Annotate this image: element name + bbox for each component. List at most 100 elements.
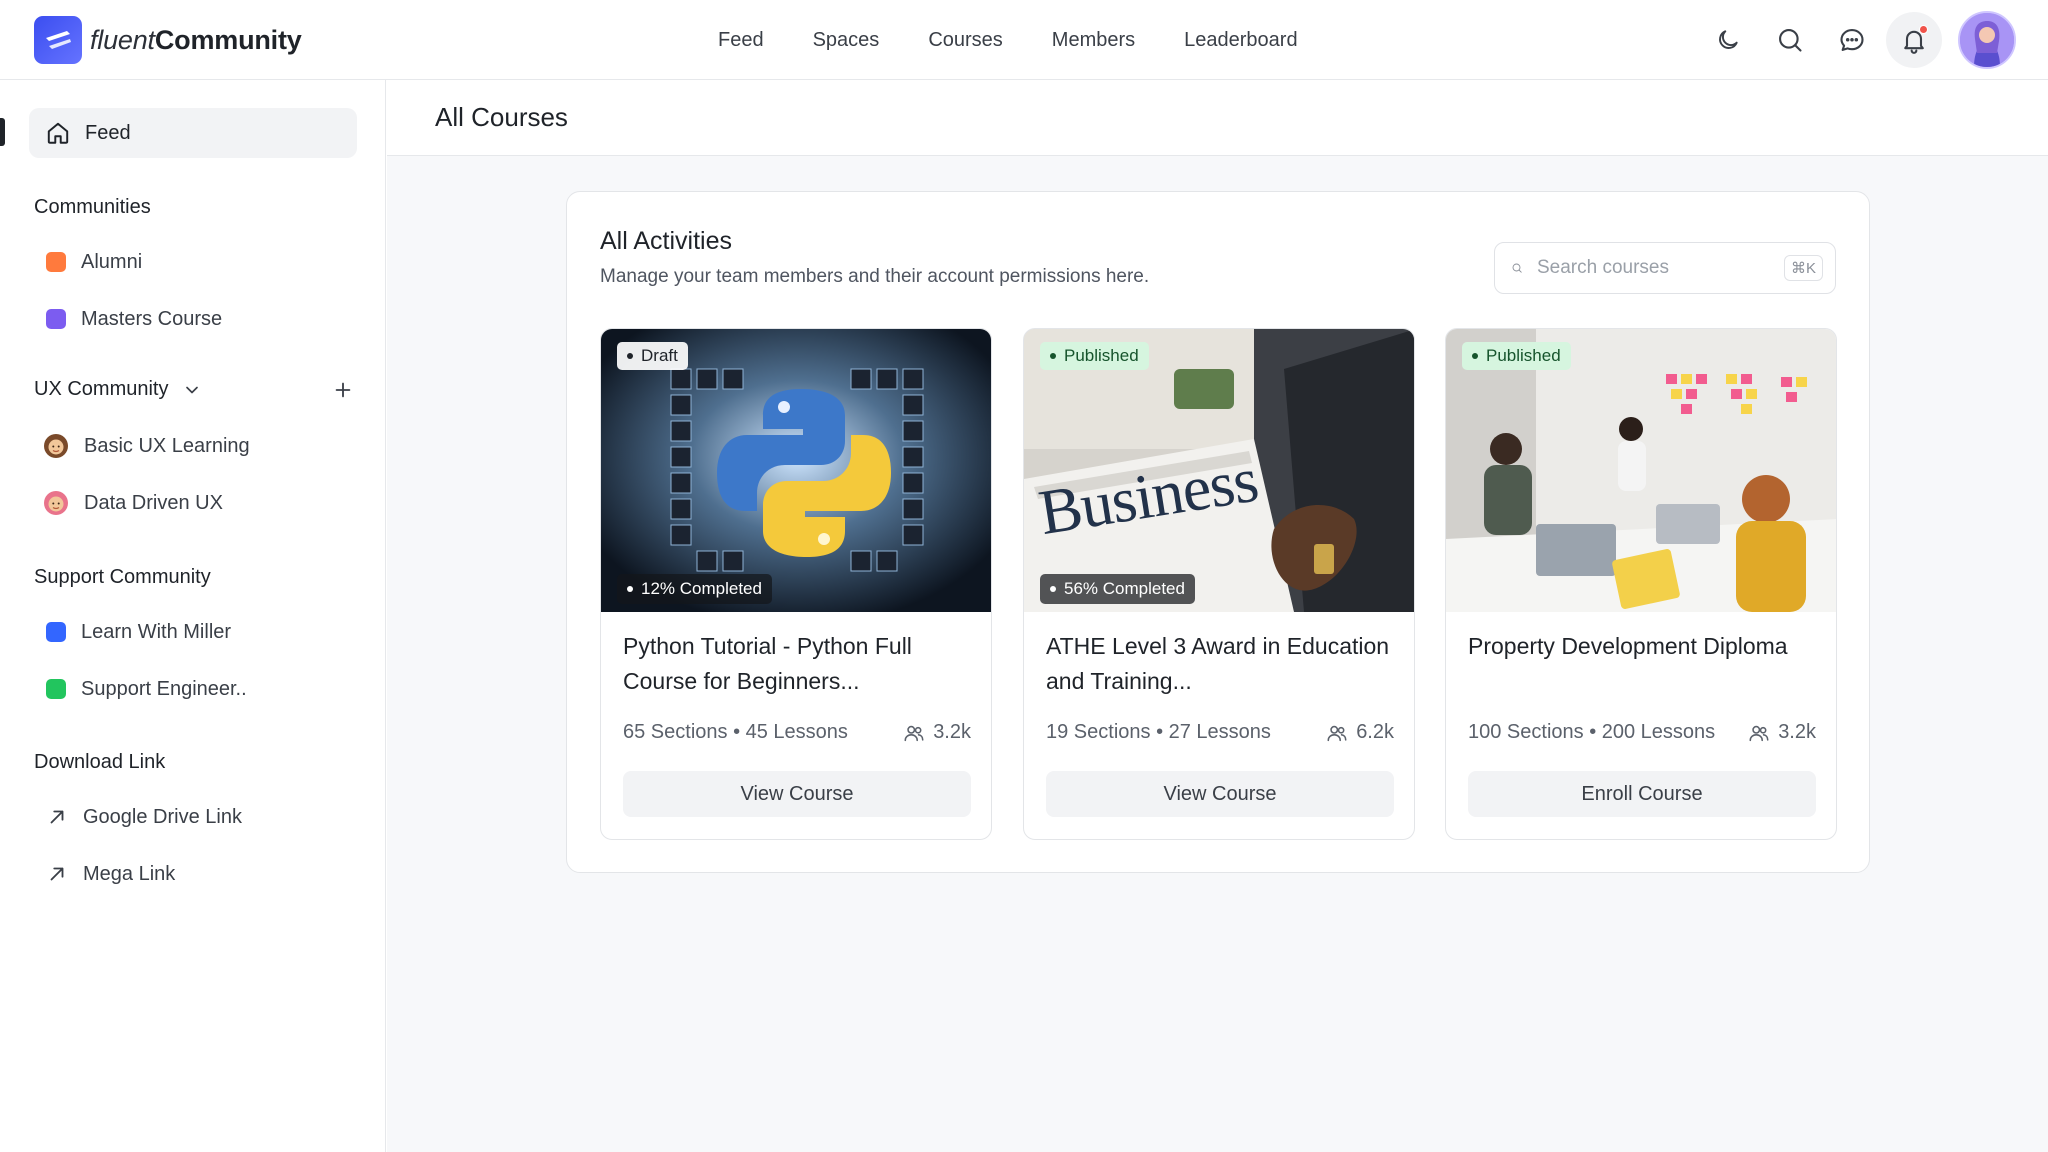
status-badge: Published (1462, 342, 1571, 370)
woman-emoji-icon (43, 490, 69, 516)
course-card-python[interactable]: Draft 12% Completed Python Tutorial - Py… (600, 328, 992, 840)
status-badge: Draft (617, 342, 688, 370)
course-sections-lessons: 100 Sections • 200 Lessons (1468, 721, 1716, 743)
course-members-count: 3.2k (933, 721, 971, 743)
users-icon (1749, 725, 1769, 741)
course-meta: 19 Sections • 27 Lessons 6.2k (1046, 721, 1394, 744)
ux-community-header: UX Community (34, 378, 354, 401)
chevron-down-icon (186, 386, 199, 393)
moon-icon (1719, 30, 1738, 49)
course-members-count: 6.2k (1356, 721, 1394, 743)
page-title: All Courses (435, 102, 568, 132)
course-card-property[interactable]: Published Property Development Diploma 1… (1445, 328, 1837, 840)
course-members: 3.2k (1748, 721, 1816, 744)
sidebar-item-support-engineer[interactable]: Support Engineer.. (46, 671, 247, 707)
masters-color-icon (46, 309, 66, 329)
course-meta: 100 Sections • 200 Lessons 3.2k (1468, 721, 1816, 744)
progress-badge: 12% Completed (617, 574, 772, 604)
search-shortcut-hint: ⌘K (1783, 255, 1823, 281)
sidebar-item-label: Google Drive Link (83, 805, 242, 828)
status-badge-label: Published (1064, 346, 1139, 365)
woman-emoji-icon (43, 433, 69, 459)
sidebar-item-label: Mega Link (83, 862, 176, 885)
progress-badge: 56% Completed (1040, 574, 1195, 604)
add-space-button[interactable] (332, 379, 354, 401)
topnav-feed[interactable]: Feed (718, 29, 764, 52)
top-bar: fluentCommunity Feed Spaces Courses Memb… (0, 0, 2048, 80)
logo-mark-icon (34, 16, 82, 64)
sidebar-item-label: Data Driven UX (84, 491, 223, 514)
sidebar-item-alumni[interactable]: Alumni (46, 244, 142, 280)
ux-community-toggle[interactable]: UX Community (34, 378, 202, 401)
brand-name-bold: Community (154, 24, 302, 55)
ux-community-heading: UX Community (34, 378, 169, 400)
sidebar-item-label: Support Engineer.. (81, 677, 247, 700)
topnav-courses[interactable]: Courses (928, 29, 1002, 52)
download-link-heading: Download Link (34, 751, 166, 773)
status-badge: Published (1040, 342, 1149, 370)
top-nav: Feed Spaces Courses Members Leaderboard (718, 0, 1298, 80)
brand-name: fluentCommunity (90, 25, 302, 56)
course-members: 3.2k (903, 721, 971, 744)
sidebar-item-masters-course[interactable]: Masters Course (46, 301, 222, 337)
sidebar-item-label: Basic UX Learning (84, 434, 250, 457)
top-actions (1694, 0, 2048, 80)
view-course-button[interactable]: View Course (1046, 771, 1394, 817)
python-logo-thumbnail-icon (601, 329, 991, 612)
course-members: 6.2k (1326, 721, 1394, 744)
main-header: All Courses (387, 80, 2048, 156)
notifications-button[interactable] (1886, 12, 1942, 68)
course-title[interactable]: Property Development Diploma (1468, 629, 1818, 664)
users-icon (904, 725, 924, 741)
sidebar-item-label: Learn With Miller (81, 620, 232, 643)
search-icon (1512, 263, 1522, 273)
course-thumbnail-python: Draft 12% Completed (601, 329, 991, 612)
course-thumbnail-property: Published (1446, 329, 1836, 612)
sidebar-item-learn-with-miller[interactable]: Learn With Miller (46, 614, 231, 650)
course-card-athe[interactable]: Business Published 56% Completed ATHE Le… (1023, 328, 1415, 840)
sidebar-item-data-driven-ux[interactable]: Data Driven UX (43, 485, 223, 521)
brand-name-light: fluent (90, 24, 155, 55)
miller-color-icon (46, 622, 66, 642)
communities-heading: Communities (34, 196, 151, 218)
progress-badge-label: 56% Completed (1064, 579, 1185, 598)
status-dot (627, 353, 633, 359)
topnav-leaderboard[interactable]: Leaderboard (1184, 29, 1297, 52)
search-courses-box: ⌘K (1494, 242, 1836, 294)
enroll-course-button[interactable]: Enroll Course (1468, 771, 1816, 817)
progress-dot (627, 586, 633, 592)
progress-dot (1050, 586, 1056, 592)
arrow-up-right-icon (50, 867, 64, 881)
topnav-spaces[interactable]: Spaces (813, 29, 880, 52)
status-dot (1472, 353, 1478, 359)
home-icon (47, 122, 69, 144)
search-courses-input[interactable] (1534, 256, 1784, 280)
search-button[interactable] (1762, 12, 1818, 68)
course-members-count: 3.2k (1778, 721, 1816, 743)
alumni-color-icon (46, 252, 66, 272)
course-title[interactable]: ATHE Level 3 Award in Education and Trai… (1046, 629, 1396, 699)
course-sections-lessons: 19 Sections • 27 Lessons (1046, 721, 1271, 743)
topnav-members[interactable]: Members (1052, 29, 1135, 52)
sidebar-item-label: Masters Course (81, 307, 223, 330)
notification-dot (1919, 25, 1928, 34)
sidebar-item-feed[interactable]: Feed (29, 108, 357, 158)
brand-logo[interactable]: fluentCommunity (34, 16, 302, 64)
messages-button[interactable] (1824, 12, 1880, 68)
sidebar-item-basic-ux-learning[interactable]: Basic UX Learning (43, 428, 250, 464)
arrow-up-right-icon (50, 810, 64, 824)
avatar-illustration-icon (1960, 13, 2014, 67)
view-course-button[interactable]: View Course (623, 771, 971, 817)
sidebar-item-google-drive-link[interactable]: Google Drive Link (46, 799, 242, 835)
user-avatar[interactable] (1958, 11, 2016, 69)
chat-icon (1840, 29, 1864, 51)
panel-subtitle: Manage your team members and their accou… (600, 266, 1150, 287)
users-icon (1327, 725, 1347, 741)
team-meeting-thumbnail-icon (1446, 329, 1836, 612)
support-engineer-color-icon (46, 679, 66, 699)
sidebar-item-mega-link[interactable]: Mega Link (46, 856, 175, 892)
course-sections-lessons: 65 Sections • 45 Lessons (623, 721, 848, 743)
dark-mode-button[interactable] (1700, 12, 1756, 68)
course-title[interactable]: Python Tutorial - Python Full Course for… (623, 629, 973, 699)
status-badge-label: Draft (641, 346, 678, 365)
